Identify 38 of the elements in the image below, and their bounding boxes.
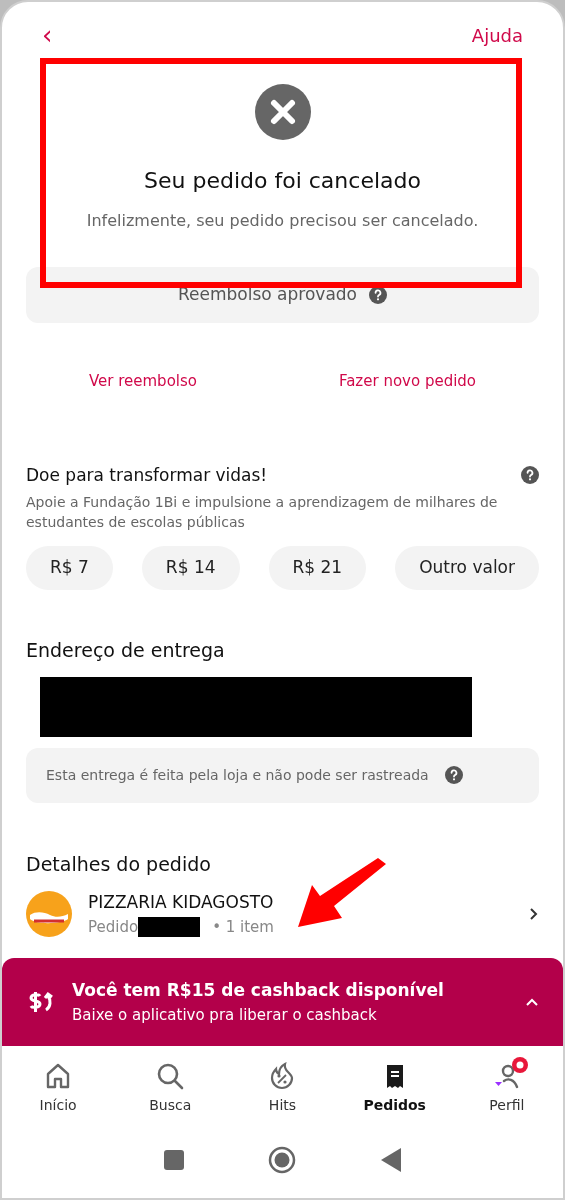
back-button[interactable]: ‹ bbox=[42, 22, 53, 48]
help-icon[interactable] bbox=[521, 466, 539, 485]
donation-description: Apoie a Fundação 1Bi e impulsione a aprendizagem de milhares de estudantes de escolas públicas bbox=[25, 493, 499, 532]
status-title: Seu pedido foi cancelado bbox=[144, 167, 421, 195]
action-link[interactable]: Fazer novo pedido bbox=[338, 370, 477, 393]
status-subtitle: Infelizmente, seu pedido precisou ser cancelado. bbox=[86, 210, 479, 232]
amount-chip[interactable]: Outro valor bbox=[395, 546, 539, 590]
chevron-right-icon bbox=[529, 907, 539, 921]
refund-label: Reembolso aprovado bbox=[178, 283, 357, 307]
cashback-subtitle: Baixe o aplicativo pra liberar o cashback bbox=[72, 1004, 378, 1026]
store-logo bbox=[26, 891, 72, 937]
nav-tab[interactable]: Hits bbox=[237, 1060, 328, 1116]
nav-tab[interactable]: Pedidos bbox=[349, 1060, 440, 1116]
help-icon[interactable] bbox=[444, 766, 463, 784]
amount-chip[interactable]: R$ 14 bbox=[141, 546, 240, 590]
action-link[interactable]: Ver reembolso bbox=[88, 370, 197, 393]
cashback-banner[interactable]: Você tem R$15 de cashback disponível Baixe o aplicativo pra liberar o cashback bbox=[2, 958, 563, 1046]
order-label: Pedido bbox=[88, 916, 139, 938]
cashback-title: Você tem R$15 de cashback disponível bbox=[72, 979, 445, 1002]
amount-chip[interactable]: R$ 7 bbox=[26, 546, 113, 590]
amount-chip[interactable]: R$ 21 bbox=[268, 546, 367, 590]
nav-tab[interactable]: Início bbox=[13, 1060, 104, 1116]
nav-tab[interactable]: Busca bbox=[125, 1060, 216, 1116]
help-link[interactable]: Ajuda bbox=[471, 21, 523, 49]
home-button[interactable] bbox=[268, 1146, 297, 1174]
store-name: PIZZARIA KIDAGOSTO bbox=[88, 891, 275, 914]
help-icon[interactable] bbox=[369, 286, 387, 304]
cancel-icon bbox=[254, 84, 311, 140]
nav-tab[interactable]: Perfil bbox=[461, 1060, 552, 1116]
details-title: Detalhes do pedido bbox=[25, 851, 212, 877]
delivery-note: Esta entrega é feita pela loja e não pode ser rastreada bbox=[46, 765, 429, 785]
back-nav-button[interactable] bbox=[380, 1148, 401, 1172]
address-title: Endereço de entrega bbox=[25, 638, 226, 663]
donation-title: Doe para transformar vidas! bbox=[26, 463, 268, 487]
redaction-box bbox=[138, 916, 201, 937]
chevron-up-icon[interactable] bbox=[525, 997, 539, 1007]
recent-apps-button[interactable] bbox=[164, 1150, 185, 1170]
item-count: • 1 item bbox=[212, 916, 274, 938]
